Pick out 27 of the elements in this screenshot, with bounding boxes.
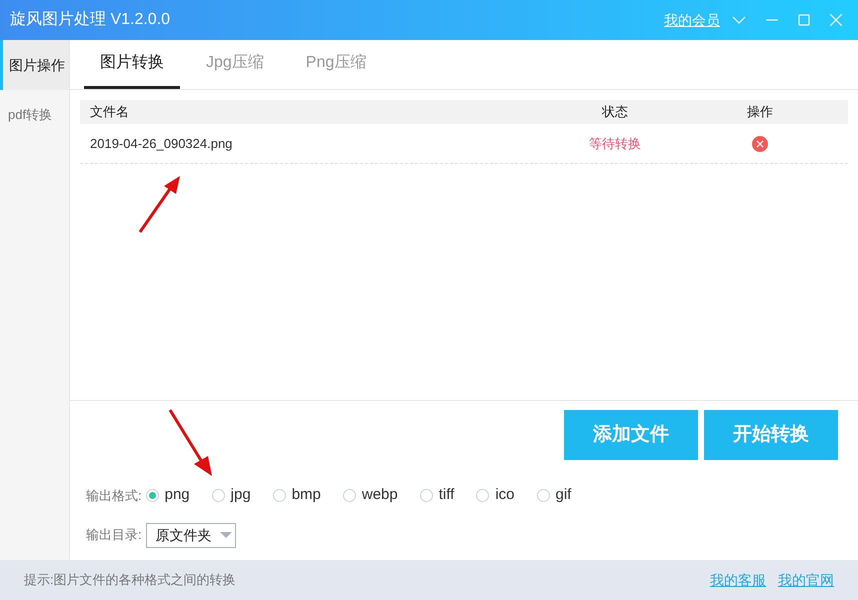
column-header: 状态 [600, 103, 629, 122]
format-radio[interactable]: ico [476, 484, 514, 506]
format-radio[interactable]: tiff [420, 484, 454, 506]
format-radio[interactable]: webp [342, 484, 398, 506]
window-title: 旋风图片处理 V1.2.0.0 [10, 10, 170, 30]
format-radio[interactable]: jpg [212, 484, 251, 506]
directory-dropdown[interactable]: 原文件夹 [146, 522, 236, 548]
column-header: 操作 [746, 103, 774, 122]
format-radio[interactable]: bmp [272, 484, 321, 506]
caret-icon [220, 532, 232, 538]
maximize-icon[interactable] [798, 14, 810, 26]
chevron-down-icon[interactable] [732, 15, 746, 25]
hint-text: 提示:图片文件的各种格式之间的转换 [24, 571, 236, 590]
file-name: 2019-04-26_090324.png [89, 134, 234, 153]
directory-label: 输出目录: [86, 526, 142, 544]
column-header: 文件名 [89, 103, 130, 122]
annotation-arrow [136, 176, 182, 236]
remove-icon[interactable] [752, 136, 768, 152]
format-radio[interactable]: gif [536, 484, 572, 506]
table-row[interactable]: 2019-04-26_090324.png 等待转换 [80, 124, 848, 164]
sidebar-item[interactable]: 图片操作 [0, 40, 69, 90]
format-label: 输出格式: [86, 486, 142, 504]
tab[interactable]: 图片转换 [84, 39, 180, 89]
format-radio[interactable]: png [146, 484, 190, 506]
sidebar-item[interactable]: pdf转换 [0, 90, 69, 140]
close-icon[interactable] [830, 14, 842, 26]
status-text: 等待转换 [588, 134, 642, 153]
